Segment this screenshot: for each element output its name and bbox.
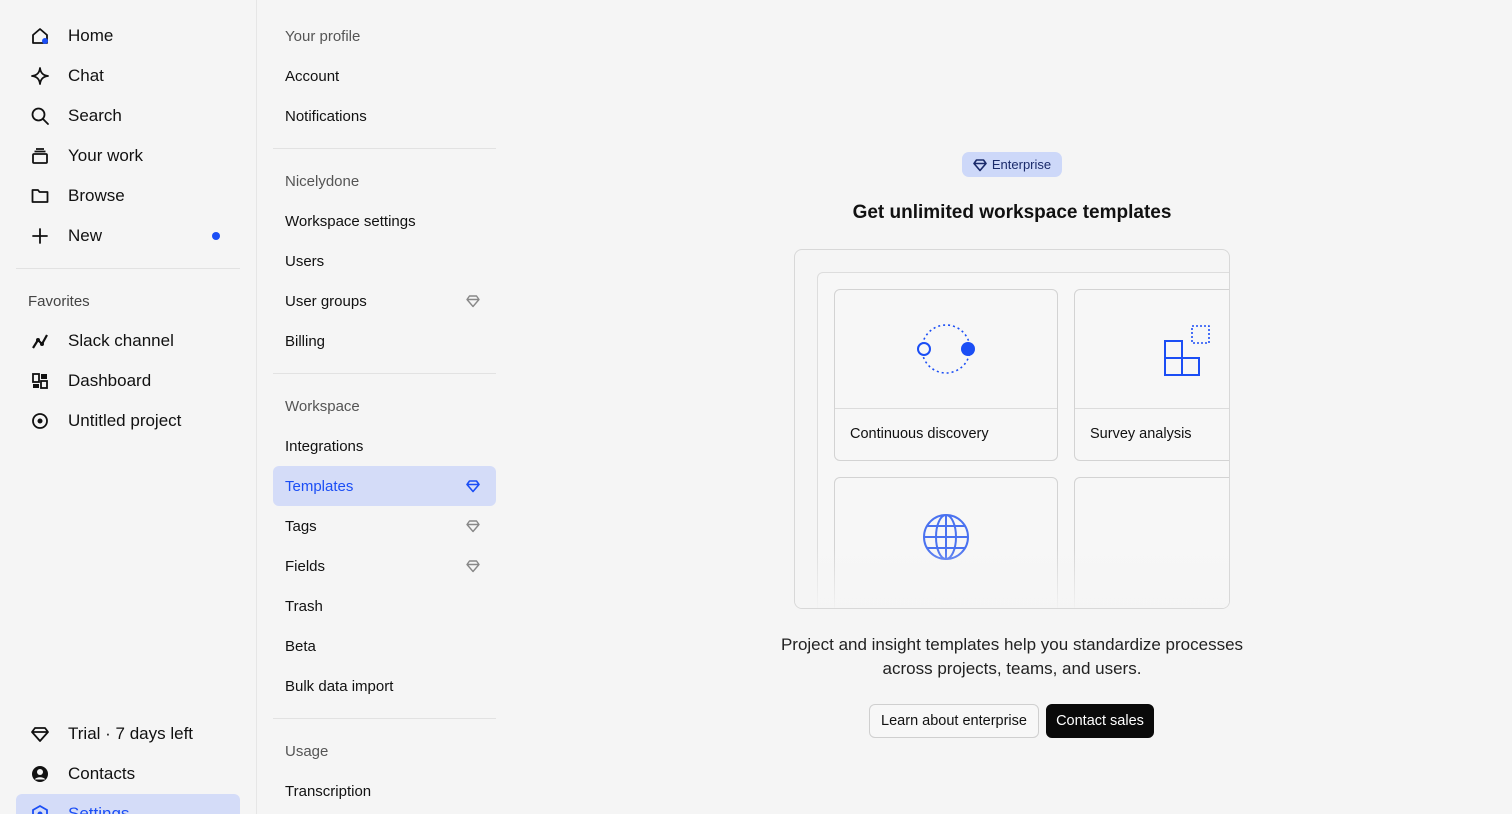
gem-icon — [466, 295, 480, 308]
settings-item-fields[interactable]: Fields — [273, 546, 496, 586]
usage-heading: Usage — [285, 743, 329, 760]
settings-item-label: Trash — [285, 597, 323, 615]
settings-item-tags[interactable]: Tags — [273, 506, 496, 546]
settings-item-user-groups[interactable]: User groups — [273, 281, 496, 321]
target-icon — [28, 409, 52, 433]
favorite-dashboard[interactable]: Dashboard — [16, 361, 240, 401]
dashboard-icon — [28, 369, 52, 393]
settings-item-label: Transcription — [285, 782, 372, 800]
folder-icon — [28, 184, 52, 208]
nav-item-label: Your work — [68, 146, 143, 165]
page-title: Get unlimited workspace templates — [852, 202, 1172, 223]
learn-about-enterprise-button[interactable]: Learn about enterprise — [869, 704, 1039, 738]
nav-item-settings[interactable]: Settings — [16, 794, 240, 814]
org-heading: Nicelydone — [285, 173, 360, 190]
settings-item-beta[interactable]: Beta — [273, 626, 496, 666]
settings-item-label: Billing — [285, 332, 326, 350]
blocks-icon — [1164, 325, 1210, 376]
settings-nav: Your profile Account Notifications Nicel… — [257, 0, 512, 814]
gem-icon — [973, 158, 987, 171]
cycle-icon — [917, 324, 975, 374]
gem-icon — [466, 480, 480, 493]
gem-icon — [28, 722, 52, 746]
main-sidebar: Home Chat Search Your work Browse New Fa… — [0, 0, 257, 814]
nav-item-label: Chat — [68, 66, 104, 85]
nav-item-label: New — [68, 226, 103, 245]
search-icon — [28, 104, 52, 128]
plus-icon — [28, 224, 52, 248]
card-label: Continuous discovery — [850, 426, 989, 442]
settings-item-label: Fields — [285, 557, 326, 575]
nav-item-chat[interactable]: Chat — [16, 56, 240, 96]
stack-icon — [28, 144, 52, 168]
favorite-label: Slack channel — [68, 331, 174, 350]
nav-item-browse[interactable]: Browse — [16, 176, 240, 216]
settings-divider — [273, 148, 496, 149]
settings-item-label: Beta — [285, 637, 316, 655]
settings-item-label: Tags — [285, 517, 317, 535]
favorite-slack-channel[interactable]: Slack channel — [16, 321, 240, 361]
nav-item-search[interactable]: Search — [16, 96, 240, 136]
settings-item-integrations[interactable]: Integrations — [273, 426, 496, 466]
settings-item-label: Account — [285, 67, 340, 85]
settings-item-workspace-settings[interactable]: Workspace settings — [273, 201, 496, 241]
chart-line-icon — [28, 329, 52, 353]
settings-item-label: Bulk data import — [285, 677, 394, 695]
nav-item-label: Home — [68, 26, 114, 45]
preview-fade — [795, 548, 1229, 608]
settings-divider — [273, 373, 496, 374]
favorite-label: Dashboard — [68, 371, 152, 390]
badge-label: Enterprise — [991, 157, 1052, 172]
enterprise-badge: Enterprise — [962, 152, 1062, 177]
settings-item-label: Workspace settings — [285, 212, 416, 230]
settings-item-bulk-data-import[interactable]: Bulk data import — [273, 666, 496, 706]
settings-item-label: Integrations — [285, 437, 364, 455]
settings-item-account[interactable]: Account — [273, 56, 496, 96]
favorite-label: Untitled project — [68, 411, 182, 430]
sparkle-icon — [28, 64, 52, 88]
templates-preview: Continuous discovery Survey analysis — [794, 249, 1230, 609]
card-artwork — [835, 290, 1057, 409]
settings-item-notifications[interactable]: Notifications — [273, 96, 496, 136]
settings-item-label: Templates — [285, 477, 354, 495]
description: Project and insight templates help you s… — [780, 635, 1244, 678]
settings-item-label: Users — [285, 252, 325, 270]
user-circle-icon — [28, 762, 52, 786]
nav-divider — [16, 268, 240, 269]
gem-icon — [466, 560, 480, 573]
settings-item-trash[interactable]: Trash — [273, 586, 496, 626]
contact-sales-button[interactable]: Contact sales — [1046, 704, 1154, 738]
nav-item-home[interactable]: Home — [16, 16, 240, 56]
favorites-heading: Favorites — [28, 293, 90, 310]
nav-item-label: Browse — [68, 186, 125, 205]
settings-item-label: User groups — [285, 292, 367, 310]
nav-item-label: Settings — [68, 804, 130, 814]
settings-item-templates[interactable]: Templates — [273, 466, 496, 506]
home-icon — [28, 24, 52, 48]
nav-item-trial[interactable]: Trial · 7 days left — [16, 714, 240, 754]
nav-item-label: Trial · 7 days left — [68, 724, 194, 743]
nav-item-contacts[interactable]: Contacts — [16, 754, 240, 794]
favorite-untitled-project[interactable]: Untitled project — [16, 401, 240, 441]
settings-item-users[interactable]: Users — [273, 241, 496, 281]
nav-item-your-work[interactable]: Your work — [16, 136, 240, 176]
settings-item-label: Notifications — [285, 107, 367, 125]
settings-item-transcription[interactable]: Transcription — [273, 771, 496, 811]
nav-item-label: Contacts — [68, 764, 136, 783]
nav-item-new[interactable]: New — [16, 216, 240, 256]
workspace-heading: Workspace — [285, 398, 360, 415]
settings-icon — [28, 802, 52, 814]
profile-heading: Your profile — [285, 28, 361, 45]
card-label: Survey analysis — [1090, 426, 1192, 442]
template-card-survey-analysis: Survey analysis — [1074, 289, 1229, 461]
settings-item-billing[interactable]: Billing — [273, 321, 496, 361]
gem-icon — [466, 520, 480, 533]
template-card-continuous-discovery: Continuous discovery — [834, 289, 1058, 461]
settings-divider — [273, 718, 496, 719]
card-artwork — [1075, 290, 1229, 409]
new-indicator-dot — [212, 232, 220, 240]
nav-item-label: Search — [68, 106, 122, 125]
